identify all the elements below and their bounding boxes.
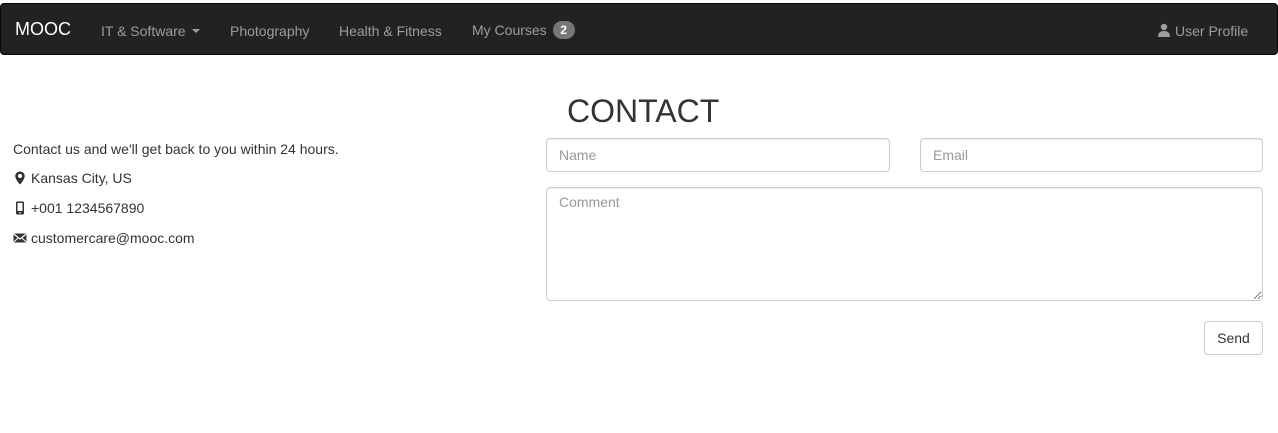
- email-input[interactable]: [920, 138, 1263, 172]
- location-text: Kansas City, US: [31, 170, 132, 186]
- user-profile-link[interactable]: User Profile: [1157, 21, 1248, 41]
- phone-text: +001 1234567890: [31, 200, 145, 216]
- caret-down-icon: [191, 29, 200, 34]
- user-profile-label: User Profile: [1175, 23, 1249, 39]
- phone-icon: [16, 201, 24, 215]
- comment-textarea[interactable]: [546, 187, 1263, 301]
- phone-line: +001 1234567890: [13, 198, 144, 218]
- nav-item-health-fitness[interactable]: Health & Fitness: [339, 21, 442, 41]
- course-count-badge: 2: [552, 21, 575, 39]
- nav-item-label: My Courses: [472, 22, 547, 38]
- nav-item-label: IT & Software: [101, 23, 186, 39]
- email-line: customercare@mooc.com: [13, 228, 195, 248]
- envelope-icon: [13, 233, 27, 243]
- brand-link[interactable]: MOOC: [15, 19, 71, 39]
- send-button[interactable]: Send: [1204, 321, 1263, 355]
- user-icon: [1158, 23, 1170, 37]
- nav-item-my-courses[interactable]: My Courses 2: [472, 20, 575, 40]
- contact-intro-text: Contact us and we'll get back to you wit…: [13, 141, 339, 157]
- map-marker-icon: [15, 171, 25, 185]
- location-line: Kansas City, US: [13, 168, 132, 188]
- nav-item-it-software[interactable]: IT & Software: [101, 21, 200, 41]
- name-input[interactable]: [546, 138, 890, 172]
- email-text: customercare@mooc.com: [31, 230, 195, 246]
- nav-item-photography[interactable]: Photography: [230, 21, 309, 41]
- top-navbar: MOOC IT & Software Photography Health & …: [0, 3, 1278, 55]
- page-title: CONTACT: [567, 93, 720, 129]
